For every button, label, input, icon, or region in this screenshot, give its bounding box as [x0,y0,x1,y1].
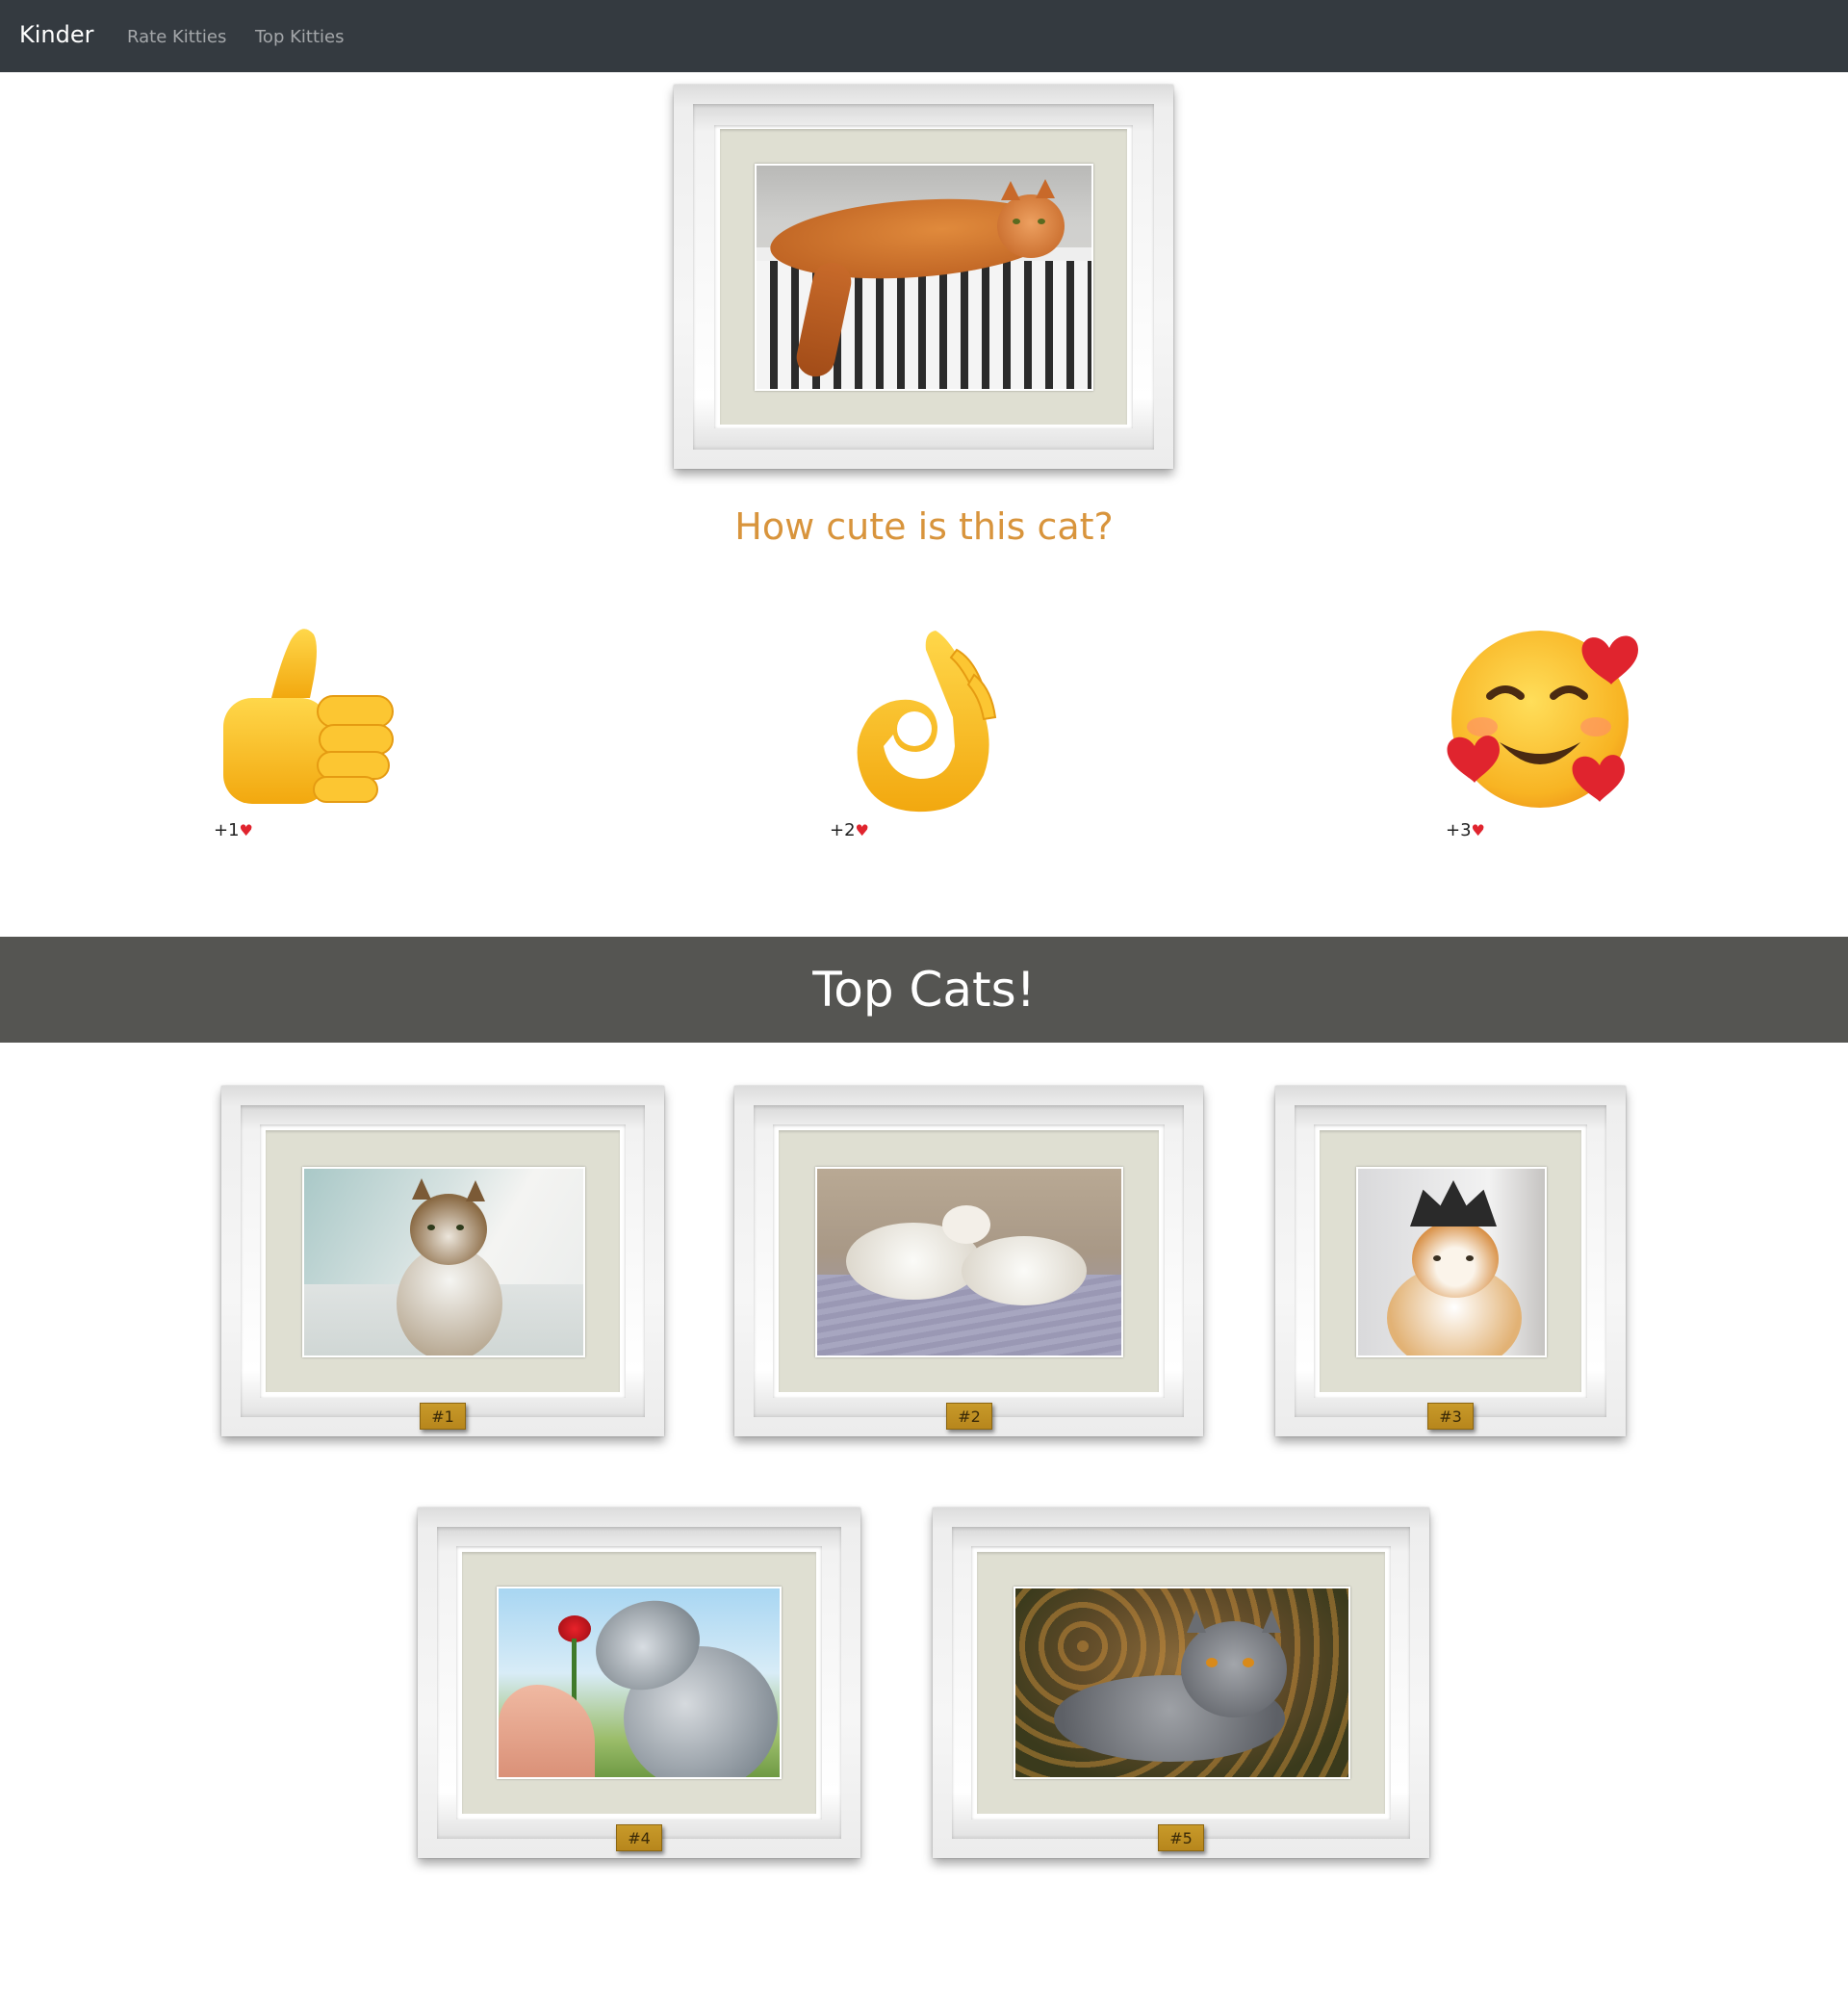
cat-photo-5 [1014,1587,1350,1779]
cat-photo-3 [1356,1167,1547,1357]
top-cats-banner: Top Cats! [0,937,1848,1043]
heart-icon: ♥ [855,821,869,839]
rate-plus-one-button[interactable]: +1♥ [214,621,406,840]
featured-cat-photo [755,164,1093,391]
rating-question: How cute is this cat? [734,505,1114,548]
heart-icon: ♥ [1471,821,1485,839]
rank-badge: #5 [1158,1824,1204,1851]
cat-photo-2 [815,1167,1123,1357]
nav-link-top-kitties[interactable]: Top Kitties [255,27,344,47]
featured-cat-frame [674,85,1173,469]
rate-plus-two-label: +2 [830,820,856,840]
cat-photo-1 [302,1167,585,1357]
navbar: Kinder Rate Kitties Top Kitties [0,0,1848,72]
brand-logo[interactable]: Kinder [19,21,93,48]
cat-photo-4 [497,1587,782,1779]
top-cat-frame-2[interactable]: #2 [734,1086,1203,1436]
rate-plus-two-button[interactable]: +2♥ [830,621,1022,840]
top-cat-frame-1[interactable]: #1 [221,1086,664,1436]
ok-hand-icon [857,631,997,813]
thumbs-up-icon [223,629,394,804]
top-cat-frame-3[interactable]: #3 [1275,1086,1626,1436]
rate-plus-three-label: +3 [1446,820,1472,840]
rate-plus-three-button[interactable]: +3♥ [1446,621,1648,840]
rank-badge: #2 [946,1403,992,1430]
heart-icon: ♥ [239,821,253,839]
rate-plus-one-label: +1 [214,820,240,840]
rank-badge: #3 [1427,1403,1474,1430]
smiling-face-with-hearts-icon [1447,631,1638,808]
top-cat-frame-5[interactable]: #5 [933,1508,1429,1858]
rank-badge: #4 [616,1824,662,1851]
nav-link-rate-kitties[interactable]: Rate Kitties [127,27,226,47]
top-cat-frame-4[interactable]: #4 [418,1508,860,1858]
rank-badge: #1 [420,1403,466,1430]
